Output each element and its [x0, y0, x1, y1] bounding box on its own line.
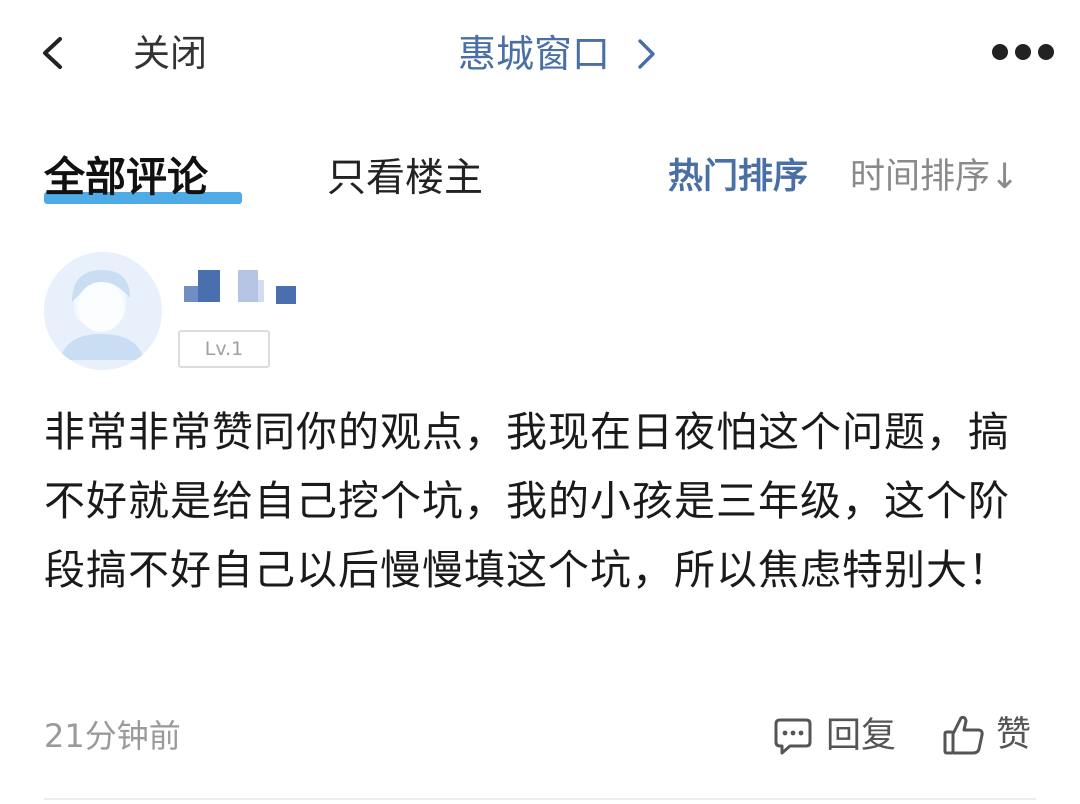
comment-text: 非常非常赞同你的观点，我现在日夜怕这个问题，搞不好就是给自己挖个坑，我的小孩是三… — [44, 408, 1010, 594]
more-options-button[interactable] — [990, 40, 1056, 64]
reply-label: 回复 — [826, 716, 897, 756]
page-title-link[interactable]: 惠城窗口 — [458, 30, 658, 78]
avatar[interactable] — [44, 252, 162, 370]
comment-divider — [44, 798, 1036, 800]
like-label: 赞 — [996, 715, 1032, 755]
sort-hot-button[interactable]: 热门排序 — [668, 152, 808, 202]
tab-all-comments-label: 全部评论 — [44, 153, 208, 201]
chevron-left-icon — [43, 37, 62, 69]
page-title: 惠城窗口 — [458, 32, 611, 76]
tab-all-comments[interactable]: 全部评论 — [44, 150, 208, 204]
top-bar: 关闭 惠城窗口 — [0, 0, 1080, 110]
comment-bubble-icon — [774, 718, 812, 755]
back-button[interactable] — [36, 36, 70, 70]
comment-page: 关闭 惠城窗口 全部评论 只看楼主 热门排序 时间排序↓ Lv.1 非常非常赞同… — [0, 0, 1080, 804]
chevron-right-icon — [638, 39, 655, 69]
pixelated-username — [184, 270, 296, 304]
reply-button[interactable]: 回复 — [772, 712, 896, 760]
user-level-badge: Lv.1 — [178, 330, 270, 368]
sort-time-button[interactable]: 时间排序↓ — [850, 152, 1036, 202]
default-avatar-icon — [44, 252, 162, 370]
like-button[interactable]: 赞 — [942, 710, 1031, 760]
username[interactable] — [184, 262, 300, 308]
more-dots-icon — [992, 44, 1054, 60]
thumbs-up-icon — [943, 715, 984, 755]
comment-timestamp: 21分钟前 — [44, 717, 181, 755]
tab-owner-only[interactable]: 只看楼主 — [327, 152, 483, 206]
close-button[interactable]: 关闭 — [133, 30, 207, 78]
